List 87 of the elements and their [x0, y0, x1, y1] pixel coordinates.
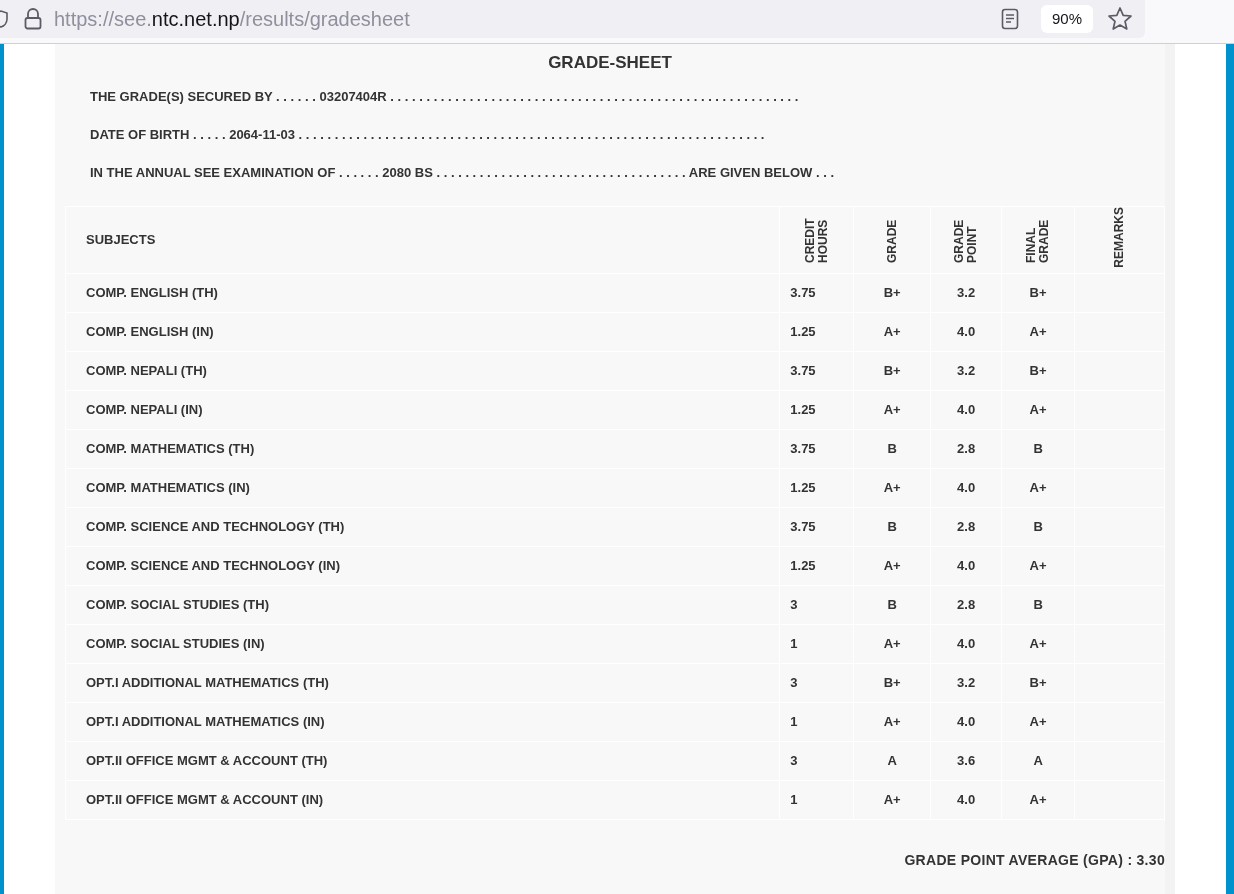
table-cell: A+ [1029, 324, 1047, 340]
table-cell: 3.75 [790, 285, 816, 301]
table-cell: COMP. ENGLISH (IN) [86, 324, 214, 340]
zoom-level-button[interactable]: 90% [1040, 4, 1093, 34]
column-header: SUBJECTS [86, 232, 156, 248]
table-cell: 2.8 [957, 519, 976, 535]
table-cell: A+ [883, 558, 901, 574]
column-header: GRADE POINT [953, 219, 980, 264]
table-cell: A+ [1029, 480, 1047, 496]
table-cell: B+ [883, 675, 901, 691]
table-cell: 3 [790, 597, 798, 613]
column-header: REMARKS [1113, 207, 1126, 268]
info-line: IN THE ANNUAL SEE EXAMINATION OF . . . . . . 2080 BS . . . . . . . . . . . . . . . . . . . . . . . . . . . . . . . . . . . ARE GIVEN BELOW . . . [90, 164, 834, 182]
table-cell: 1 [790, 714, 798, 730]
star-icon[interactable] [1107, 6, 1133, 32]
table-cell: OPT.II OFFICE MGMT & ACCOUNT (IN) [86, 792, 324, 808]
table-cell: 3.6 [957, 753, 976, 769]
table-cell: 2.8 [957, 597, 976, 613]
table-cell: A+ [883, 402, 901, 418]
table-cell: B [1033, 597, 1043, 613]
table-cell: 4.0 [957, 402, 976, 418]
table-cell: B [1033, 441, 1043, 457]
table-cell: 3.2 [957, 363, 976, 379]
gpa-text: GRADE POINT AVERAGE (GPA) : 3.30 [904, 851, 1165, 871]
table-cell: A+ [883, 714, 901, 730]
table-cell: OPT.II OFFICE MGMT & ACCOUNT (TH) [86, 753, 328, 769]
table-cell: B [1033, 519, 1043, 535]
table-cell: B+ [1029, 285, 1047, 301]
table-cell: 3.75 [790, 519, 816, 535]
info-line: THE GRADE(S) SECURED BY . . . . . . 03207404R . . . . . . . . . . . . . . . . . . . . . . . . . . . . . . . . . . . . . . . . . . . . . . . . . . . . . . . . . [90, 88, 799, 106]
table-cell: 4.0 [957, 324, 976, 340]
table-cell: 1 [790, 636, 798, 652]
info-line: DATE OF BIRTH . . . . . 2064-11-03 . . . . . . . . . . . . . . . . . . . . . . . . . . . . . . . . . . . . . . . . . . . . . . . . . . . . . . . . . . . . . . . . . [90, 126, 765, 144]
table-cell: 4.0 [957, 636, 976, 652]
table-cell: A+ [883, 792, 901, 808]
table-cell: 1.25 [790, 558, 816, 574]
url-text[interactable]: https://see.ntc.net.np/results/gradesheet [54, 4, 410, 34]
column-header: CREDIT HOURS [803, 217, 830, 264]
table-cell: B+ [1029, 363, 1047, 379]
table-cell: 4.0 [957, 558, 976, 574]
table-cell: B+ [1029, 675, 1047, 691]
reader-view-icon[interactable] [1000, 8, 1019, 30]
column-header: FINAL GRADE [1025, 219, 1052, 264]
column-header: GRADE [885, 219, 899, 264]
table-cell: 3 [790, 675, 798, 691]
table-cell: A+ [883, 480, 901, 496]
table-cell: 1.25 [790, 480, 816, 496]
table-cell: 2.8 [957, 441, 976, 457]
address-bar[interactable]: https://see.ntc.net.np/results/gradesheet 90% [0, 0, 1145, 38]
table-cell: 1.25 [790, 402, 816, 418]
table-cell: COMP. SOCIAL STUDIES (IN) [86, 636, 265, 652]
table-cell: COMP. SCIENCE AND TECHNOLOGY (TH) [86, 519, 345, 535]
table-cell: COMP. SOCIAL STUDIES (TH) [86, 597, 269, 613]
table-cell: COMP. MATHEMATICS (TH) [86, 441, 255, 457]
table-cell: A+ [1029, 402, 1047, 418]
table-cell: 1 [790, 792, 798, 808]
table-cell: A+ [1029, 792, 1047, 808]
table-cell: B [887, 519, 897, 535]
table-cell: COMP. NEPALI (IN) [86, 402, 203, 418]
table-cell: COMP. ENGLISH (TH) [86, 285, 218, 301]
table-cell: 4.0 [957, 480, 976, 496]
table-cell: A+ [883, 324, 901, 340]
table-cell: COMP. SCIENCE AND TECHNOLOGY (IN) [86, 558, 340, 574]
table-cell: 4.0 [957, 714, 976, 730]
table-cell: B [887, 597, 897, 613]
table-cell: A [1033, 753, 1043, 769]
table-cell: 3.75 [790, 441, 816, 457]
table-cell: 1.25 [790, 324, 816, 340]
table-cell: COMP. MATHEMATICS (IN) [86, 480, 250, 496]
table-cell: 3.2 [957, 285, 976, 301]
table-cell: B [887, 441, 897, 457]
table-cell: OPT.I ADDITIONAL MATHEMATICS (IN) [86, 714, 325, 730]
table-cell: 3.2 [957, 675, 976, 691]
table-cell: A+ [1029, 558, 1047, 574]
table-cell: A+ [1029, 636, 1047, 652]
table-cell: 3.75 [790, 363, 816, 379]
table-cell: B+ [883, 363, 901, 379]
lock-icon[interactable] [24, 8, 42, 30]
table-cell: OPT.I ADDITIONAL MATHEMATICS (TH) [86, 675, 329, 691]
table-cell: COMP. NEPALI (TH) [86, 363, 207, 379]
table-cell: A+ [883, 636, 901, 652]
gradesheet-title: GRADE-SHEET [547, 52, 673, 74]
table-cell: A+ [1029, 714, 1047, 730]
table-cell: A [887, 753, 897, 769]
table-cell: 3 [790, 753, 798, 769]
table-cell: B+ [883, 285, 901, 301]
table-cell: 4.0 [957, 792, 976, 808]
